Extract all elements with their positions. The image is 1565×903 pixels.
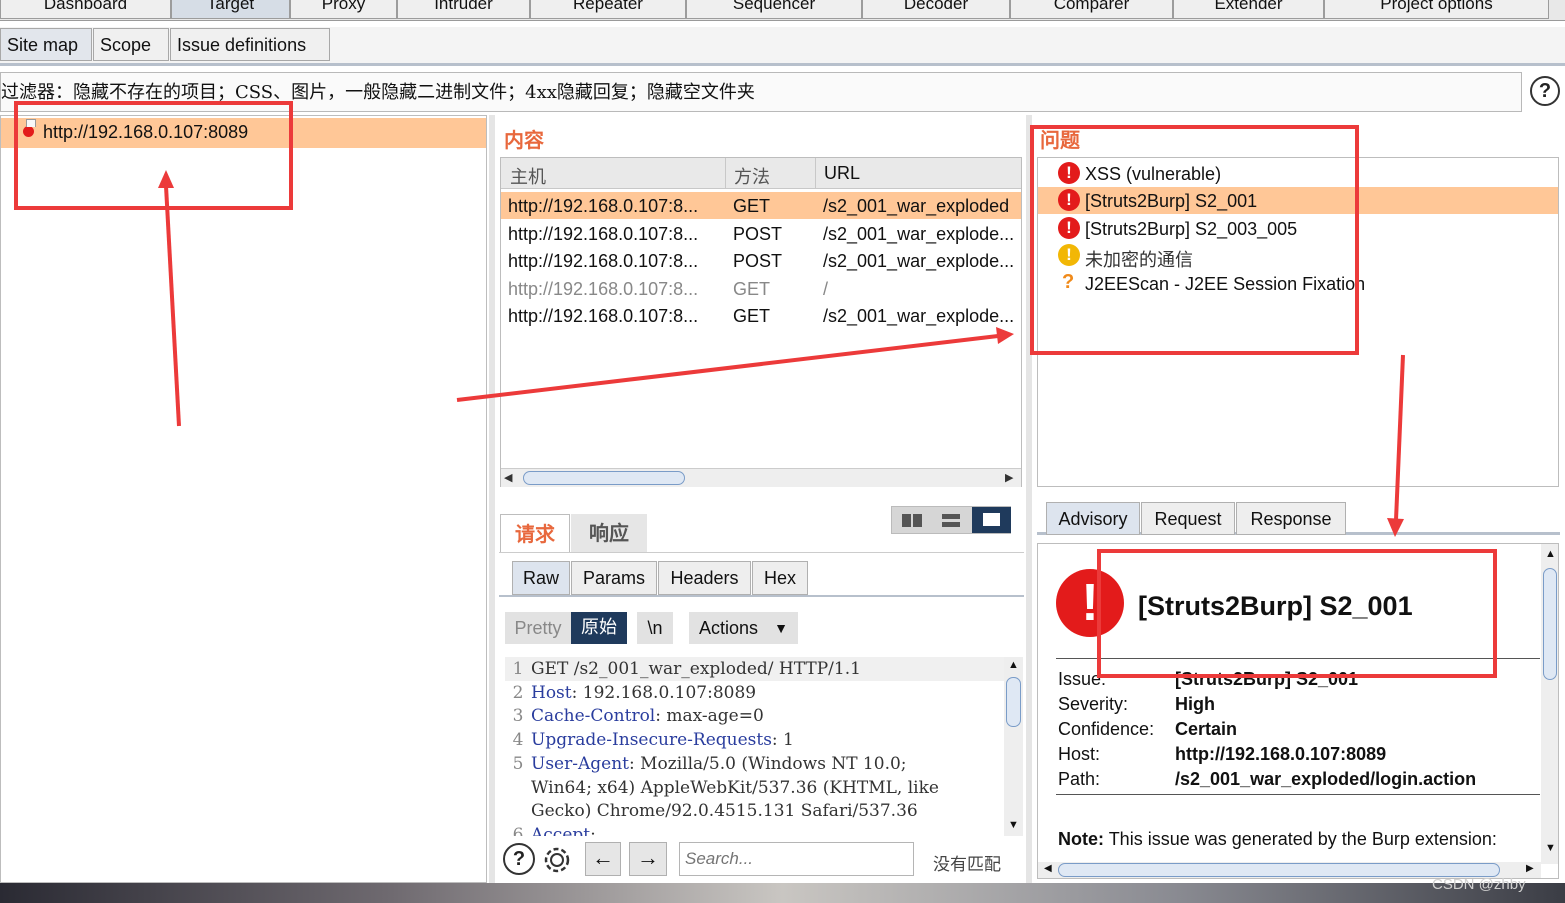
annotation-arrow — [164, 185, 181, 427]
annotation-arrow — [1394, 354, 1405, 521]
arrowhead — [996, 327, 1014, 344]
annotation-arrow — [456, 334, 999, 402]
annotation-arrows — [158, 170, 1405, 537]
arrowhead — [158, 170, 174, 188]
arrowhead — [1387, 518, 1404, 537]
